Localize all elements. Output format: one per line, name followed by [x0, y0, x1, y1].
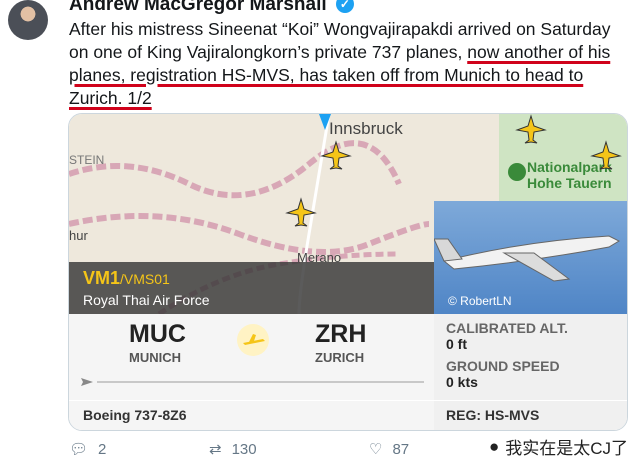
border-line — [69, 140, 402, 199]
map-label-hur: hur — [69, 228, 88, 243]
dest-code: ZRH — [315, 320, 367, 348]
like-count: 87 — [392, 440, 410, 458]
reply-count: 2 — [98, 440, 107, 458]
watermark: ● 我实在是太CJ了 — [489, 434, 628, 459]
registration-row: REG: HS-MVS — [434, 400, 627, 430]
callsign-alt: /VMS01 — [120, 271, 170, 287]
heart-icon: ♡ — [369, 441, 383, 458]
author-name[interactable]: Andrew MacGregor Marshall ✓ — [69, 0, 354, 16]
border-line — [69, 213, 430, 255]
map-label-stein: STEIN — [69, 153, 104, 167]
like-button[interactable]: ♡ 87 — [369, 440, 410, 459]
calibrated-alt-label: CALIBRATED ALT. — [446, 320, 568, 336]
flight-map[interactable]: Innsbruck STEIN hur Merano Nationalpark … — [69, 114, 627, 314]
origin-code: MUC — [129, 320, 186, 348]
author-name-text: Andrew MacGregor Marshall — [69, 0, 327, 15]
origin-name: MUNICH — [129, 350, 181, 365]
callsign-main: VM1 — [83, 268, 121, 288]
progress-plane-icon — [81, 378, 93, 386]
park-icon — [508, 163, 526, 181]
flight-card[interactable]: Innsbruck STEIN hur Merano Nationalpark … — [68, 113, 628, 431]
flight-strip: VM1/VMS01 Royal Thai Air Force — [69, 262, 434, 314]
registration: REG: HS-MVS — [446, 407, 540, 423]
tweet-text: After his mistress Sineenat “Koi” Wongva… — [69, 18, 629, 110]
map-label-innsbruck: Innsbruck — [329, 119, 403, 138]
retweet-button[interactable]: ⇄ 130 — [209, 440, 257, 459]
reply-button[interactable]: 💬︎ 2 — [69, 440, 107, 459]
route-progress — [81, 378, 424, 386]
retweet-count: 130 — [231, 440, 257, 458]
ground-speed-value: 0 kts — [446, 374, 478, 390]
map-label-park-2: Hohe Tauern — [527, 175, 612, 191]
airline-name: Royal Thai Air Force — [83, 292, 210, 308]
flight-callsign: VM1/VMS01 — [83, 268, 170, 289]
watermark-text: 我实在是太CJ了 — [505, 439, 628, 458]
stats-panel: CALIBRATED ALT. 0 ft GROUND SPEED 0 kts — [434, 314, 627, 400]
wechat-icon: ● — [488, 436, 500, 456]
reply-icon: 💬︎ — [69, 441, 89, 458]
dest-name: ZURICH — [315, 350, 365, 365]
retweet-icon: ⇄ — [209, 441, 222, 458]
calibrated-alt-value: 0 ft — [446, 336, 467, 352]
route-panel: MUC MUNICH ZRH ZURICH — [69, 314, 434, 400]
route-plane-icon — [237, 324, 269, 356]
author-avatar[interactable] — [8, 0, 48, 40]
ground-speed-label: GROUND SPEED — [446, 358, 560, 374]
aircraft-type: Boeing 737-8Z6 — [83, 407, 187, 423]
map-label-park-1: Nationalpark — [527, 159, 612, 175]
aircraft-photo[interactable]: © RobertLN — [434, 201, 627, 314]
photo-credit: © RobertLN — [448, 294, 512, 308]
aircraft-row: Boeing 737-8Z6 — [69, 400, 434, 430]
verified-badge-icon: ✓ — [335, 0, 354, 13]
